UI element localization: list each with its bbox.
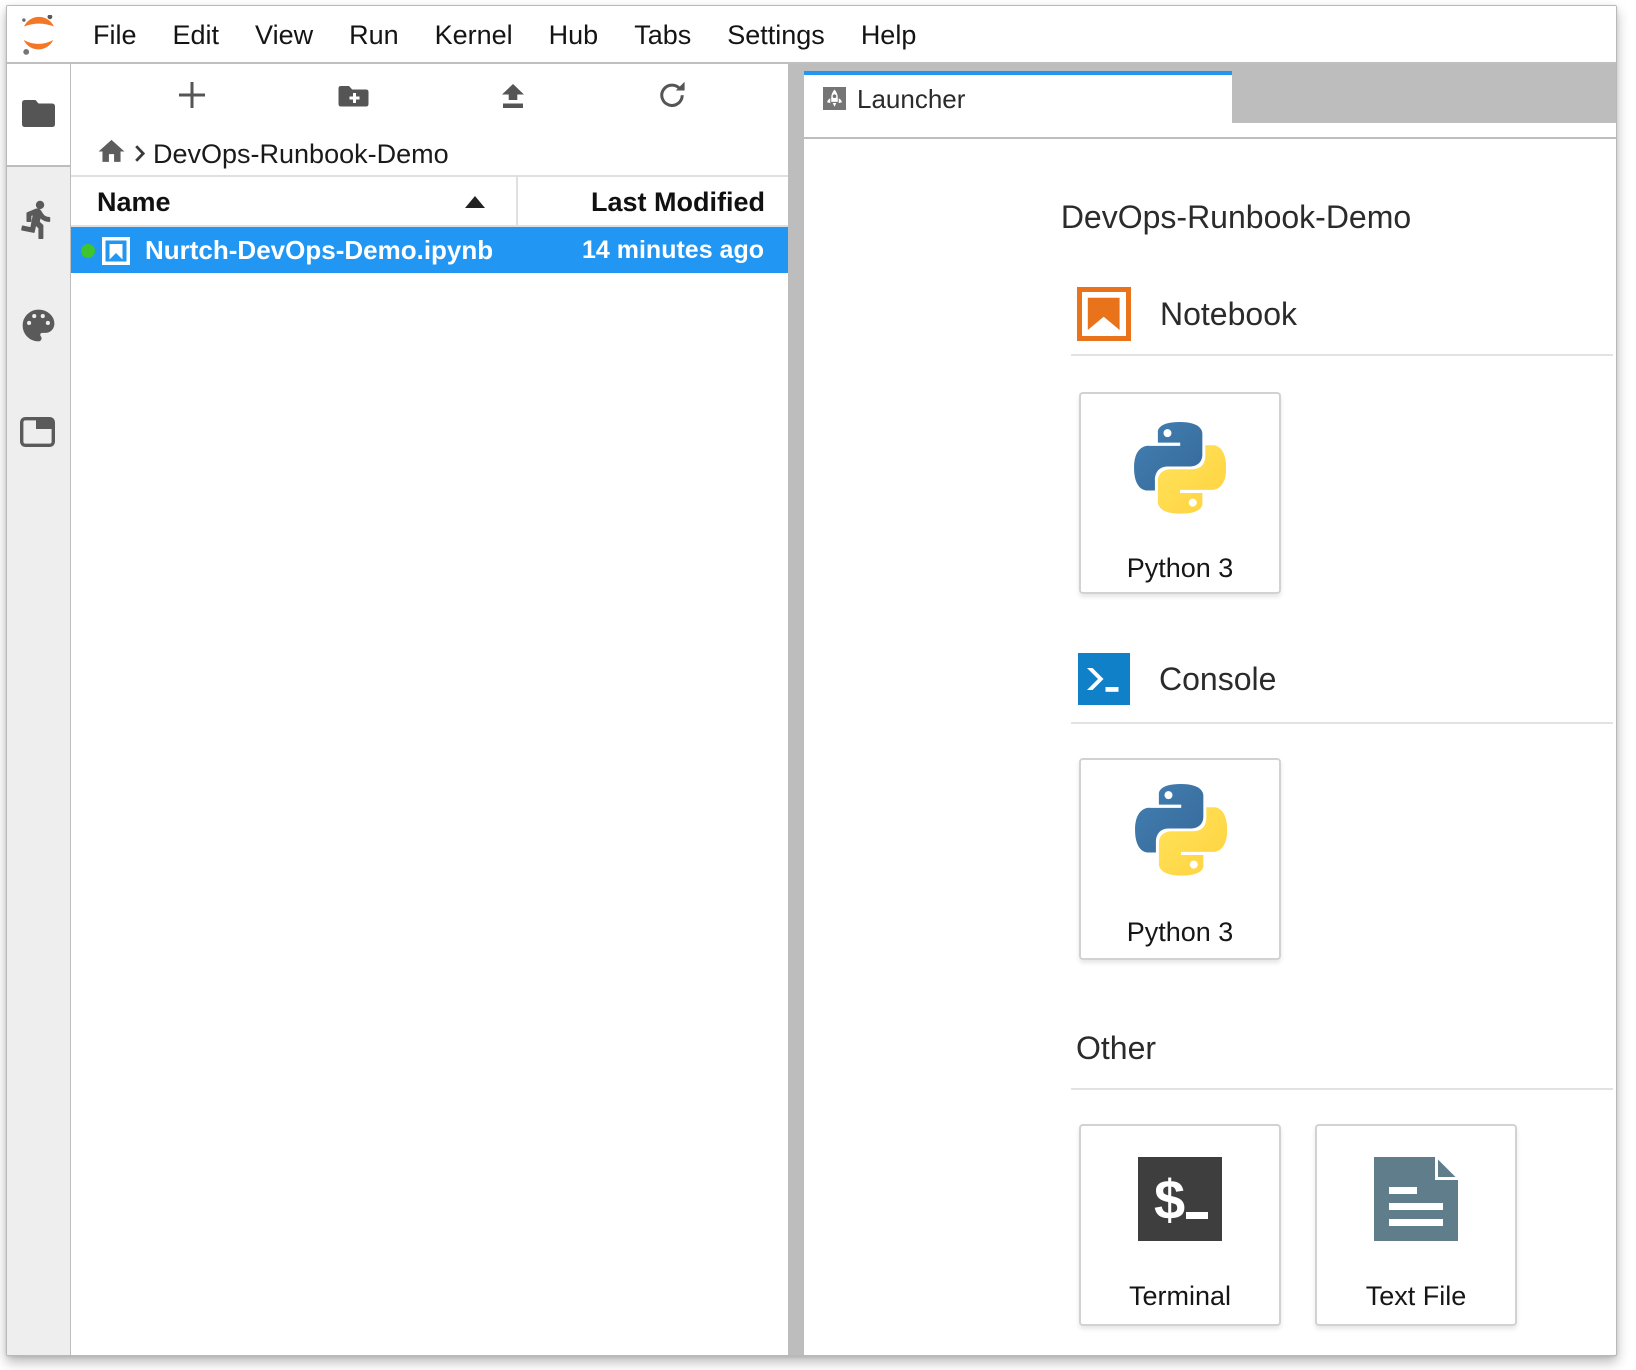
svg-text:$: $ [1154,1168,1185,1231]
